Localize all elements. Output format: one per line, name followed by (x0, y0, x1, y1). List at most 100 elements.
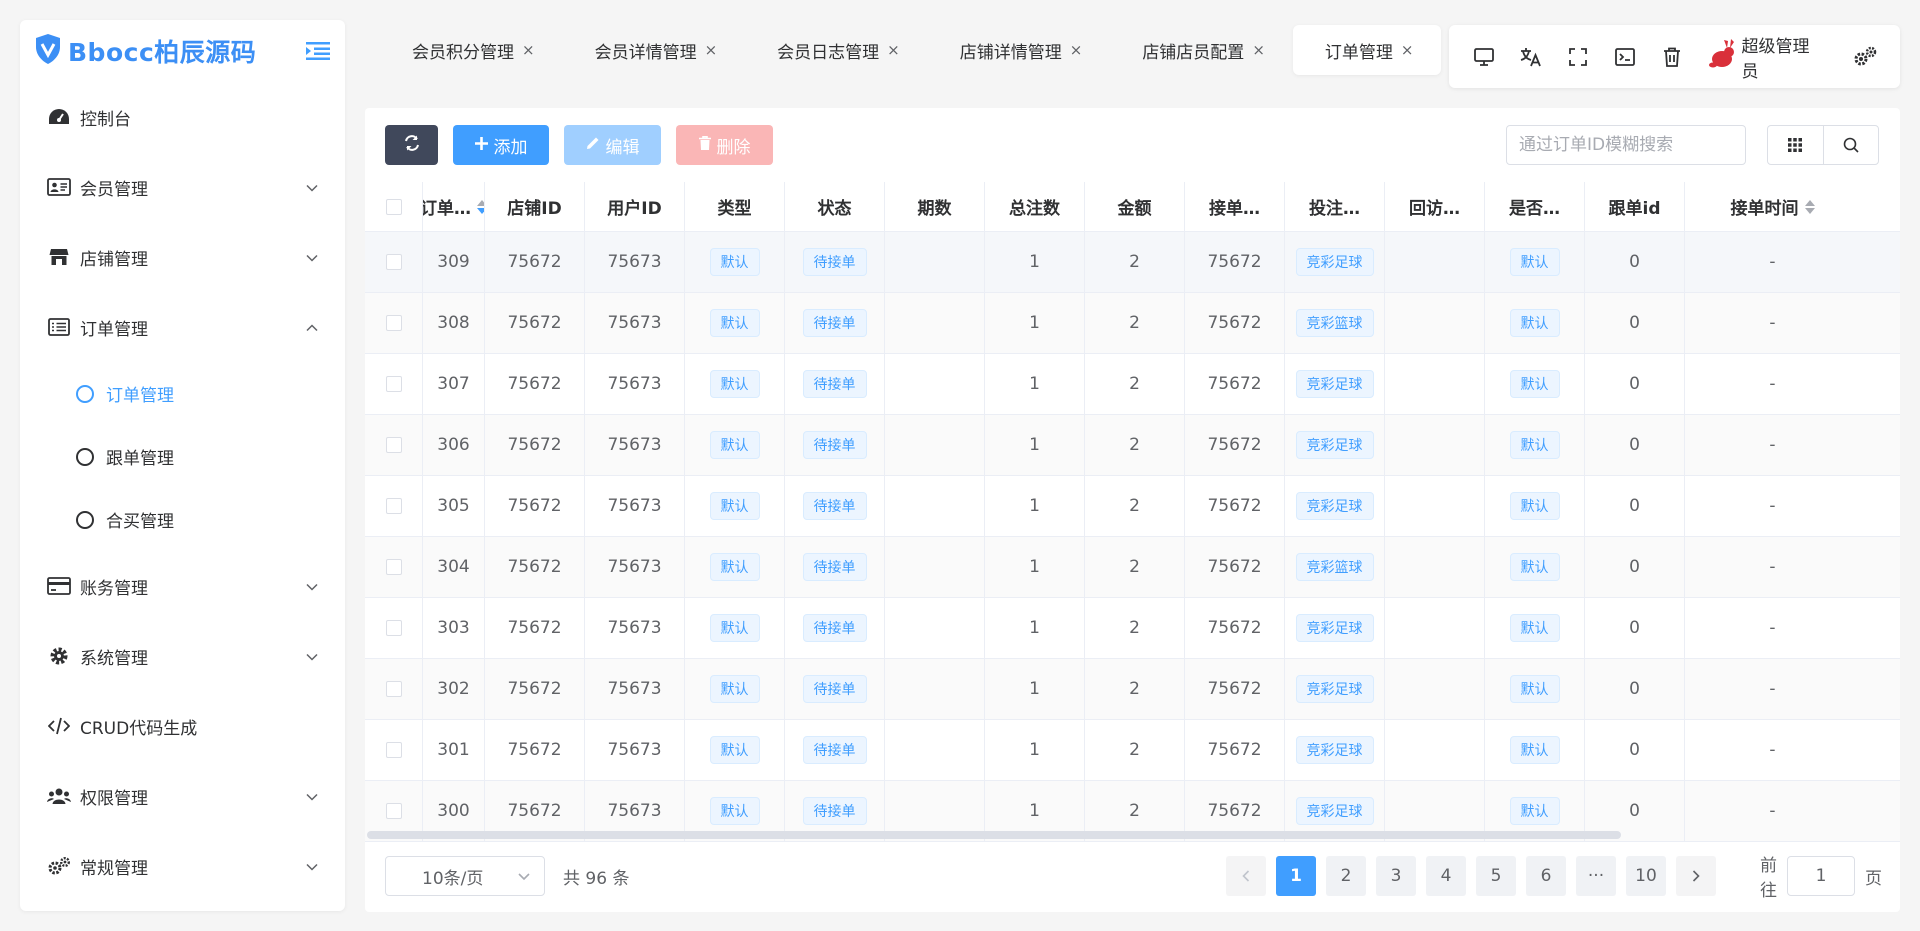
next-page-button[interactable] (1676, 856, 1716, 896)
horizontal-scrollbar[interactable] (367, 831, 1621, 839)
add-button[interactable]: 添加 (453, 125, 549, 165)
page-button[interactable]: 2 (1326, 856, 1366, 896)
tab-0[interactable]: 会员积分管理 × (380, 25, 563, 75)
sort-descending-icon[interactable] (477, 207, 484, 214)
sidebar-item-dashboard[interactable]: 控制台 (20, 82, 345, 152)
table-cell: 1 (985, 232, 1085, 292)
table-row[interactable]: 301 75672 75673 默认 待接单 1 2 75672 竞彩足球 默认 0 - (365, 720, 1900, 781)
column-header[interactable]: 接单… (1185, 182, 1285, 231)
row-checkbox[interactable] (385, 803, 402, 819)
tab-5[interactable]: 订单管理 × (1292, 25, 1442, 75)
sidebar-subitem[interactable]: 合买管理 (20, 488, 345, 551)
column-header[interactable]: 用户ID (585, 182, 685, 231)
sort-ascending-icon[interactable] (477, 199, 484, 206)
sidebar-item-store[interactable]: 店铺管理 (20, 222, 345, 292)
gears-settings-icon[interactable] (1841, 37, 1888, 77)
row-checkbox[interactable] (385, 376, 402, 392)
close-icon[interactable]: × (522, 41, 535, 59)
monitor-icon[interactable] (1461, 37, 1508, 77)
sort-icon[interactable] (477, 199, 484, 214)
table-cell (1385, 476, 1485, 536)
sidebar-item-list[interactable]: 订单管理 (20, 292, 345, 362)
goto-page-input[interactable] (1787, 856, 1855, 896)
delete-button[interactable]: 删除 (676, 125, 773, 165)
column-header[interactable]: 接单时间 (1685, 182, 1860, 231)
column-header[interactable]: 类型 (685, 182, 785, 231)
user-menu[interactable]: 超级管理员 (1707, 32, 1819, 82)
table-row[interactable]: 307 75672 75673 默认 待接单 1 2 75672 竞彩足球 默认 0 - (365, 354, 1900, 415)
table-row[interactable]: 308 75672 75673 默认 待接单 1 2 75672 竞彩篮球 默认 0 - (365, 293, 1900, 354)
table-cell: 默认 (1485, 598, 1585, 658)
column-header[interactable]: 回访… (1385, 182, 1485, 231)
sort-icon[interactable] (1804, 199, 1815, 214)
refresh-button[interactable] (385, 125, 438, 165)
more-pages-button[interactable]: ··· (1576, 856, 1616, 896)
column-header[interactable]: 投注… (1285, 182, 1385, 231)
trash-icon[interactable] (1649, 37, 1696, 77)
row-checkbox[interactable] (385, 498, 402, 514)
terminal-icon[interactable] (1602, 37, 1649, 77)
row-checkbox[interactable] (385, 681, 402, 697)
row-checkbox[interactable] (385, 254, 402, 270)
sidebar-item-gears[interactable]: 常规管理 (20, 831, 345, 901)
translate-icon[interactable] (1508, 37, 1555, 77)
close-icon[interactable]: × (1070, 41, 1083, 59)
close-icon[interactable]: × (705, 41, 718, 59)
cell-value: 0 (1629, 740, 1640, 760)
column-header[interactable]: 店铺ID (485, 182, 585, 231)
page-button[interactable]: 6 (1526, 856, 1566, 896)
sidebar-item-label: 常规管理 (80, 858, 148, 879)
column-header[interactable]: 是否… (1485, 182, 1585, 231)
tab-2[interactable]: 会员日志管理 × (745, 25, 928, 75)
close-icon[interactable]: × (1252, 41, 1265, 59)
prev-page-button[interactable] (1226, 856, 1266, 896)
sidebar-item-credit-card[interactable]: 账务管理 (20, 551, 345, 621)
row-checkbox[interactable] (385, 559, 402, 575)
sidebar-item-code[interactable]: CRUD代码生成 (20, 691, 345, 761)
row-checkbox[interactable] (385, 437, 402, 453)
tab-3[interactable]: 店铺详情管理 × (928, 25, 1111, 75)
table-row[interactable]: 305 75672 75673 默认 待接单 1 2 75672 竞彩足球 默认 0 - (365, 476, 1900, 537)
tab-4[interactable]: 店铺店员配置 × (1110, 25, 1293, 75)
close-icon[interactable]: × (887, 41, 900, 59)
search-input[interactable] (1519, 135, 1733, 155)
search-icon[interactable] (1822, 126, 1879, 164)
column-header[interactable]: 跟单id (1585, 182, 1685, 231)
grid-columns-icon[interactable] (1768, 126, 1823, 164)
tab-1[interactable]: 会员详情管理 × (563, 25, 746, 75)
fullscreen-icon[interactable] (1555, 37, 1602, 77)
sidebar-subitem[interactable]: 订单管理 (20, 362, 345, 425)
row-checkbox[interactable] (385, 315, 402, 331)
column-header[interactable]: 订单… (423, 182, 485, 231)
table-row[interactable]: 303 75672 75673 默认 待接单 1 2 75672 竞彩足球 默认 0 - (365, 598, 1900, 659)
page-button[interactable]: 3 (1376, 856, 1416, 896)
cell-value: 301 (437, 740, 470, 760)
cell-value: 75673 (607, 557, 662, 577)
table-row[interactable]: 302 75672 75673 默认 待接单 1 2 75672 竞彩足球 默认 0 - (365, 659, 1900, 720)
sidebar-subitem[interactable]: 跟单管理 (20, 425, 345, 488)
page-button[interactable]: 4 (1426, 856, 1466, 896)
page-button[interactable]: 1 (1276, 856, 1316, 896)
sort-ascending-icon[interactable] (1804, 199, 1815, 206)
row-checkbox[interactable] (385, 742, 402, 758)
sidebar-item-id-card[interactable]: 会员管理 (20, 152, 345, 222)
table-row[interactable]: 304 75672 75673 默认 待接单 1 2 75672 竞彩篮球 默认 0 - (365, 537, 1900, 598)
row-checkbox[interactable] (385, 620, 402, 636)
table-row[interactable]: 306 75672 75673 默认 待接单 1 2 75672 竞彩足球 默认 0 - (365, 415, 1900, 476)
column-header[interactable]: 期数 (885, 182, 985, 231)
page-button[interactable]: 5 (1476, 856, 1516, 896)
table-row[interactable]: 309 75672 75673 默认 待接单 1 2 75672 竞彩足球 默认 0 - (365, 232, 1900, 293)
logo[interactable]: Bbocc柏辰源码 (34, 33, 256, 70)
sidebar-item-gear[interactable]: 系统管理 (20, 621, 345, 691)
close-icon[interactable]: × (1401, 41, 1414, 59)
select-all-checkbox[interactable] (385, 198, 402, 215)
sidebar-item-users[interactable]: 权限管理 (20, 761, 345, 831)
edit-button[interactable]: 编辑 (564, 125, 661, 165)
sort-descending-icon[interactable] (1804, 207, 1815, 214)
page-size-select[interactable]: 10条/页 (385, 856, 545, 896)
column-header[interactable]: 金额 (1085, 182, 1185, 231)
column-header[interactable]: 状态 (785, 182, 885, 231)
page-button[interactable]: 10 (1626, 856, 1666, 896)
sidebar-collapse-icon[interactable] (305, 40, 331, 62)
column-header[interactable]: 总注数 (985, 182, 1085, 231)
